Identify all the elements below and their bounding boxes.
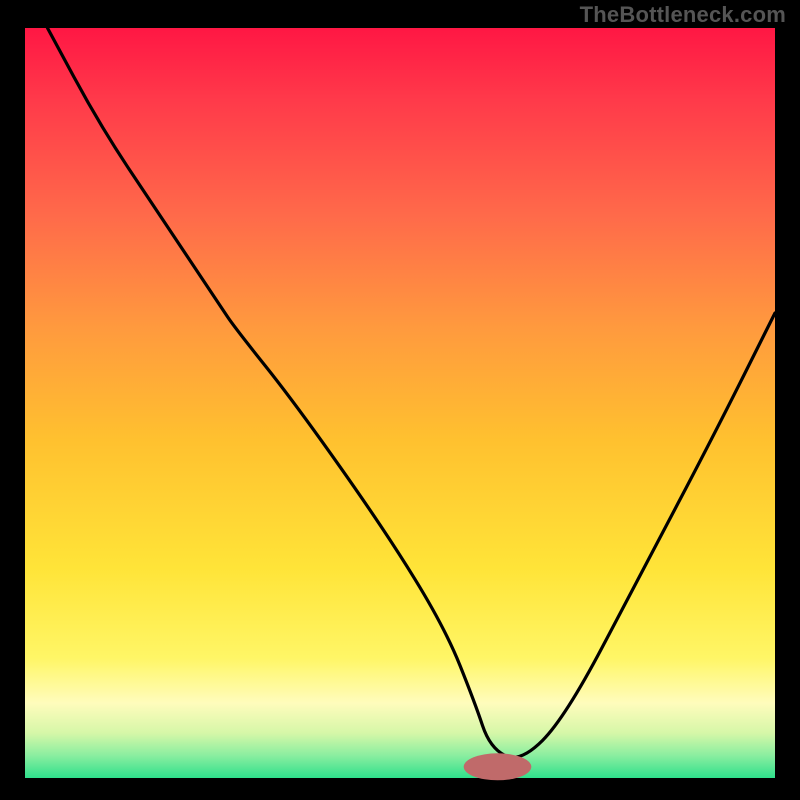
watermark-text: TheBottleneck.com [580,2,786,28]
chart-frame: TheBottleneck.com [0,0,800,800]
optimal-marker [464,753,532,780]
plot-background [25,28,775,778]
bottleneck-chart-svg [0,0,800,800]
